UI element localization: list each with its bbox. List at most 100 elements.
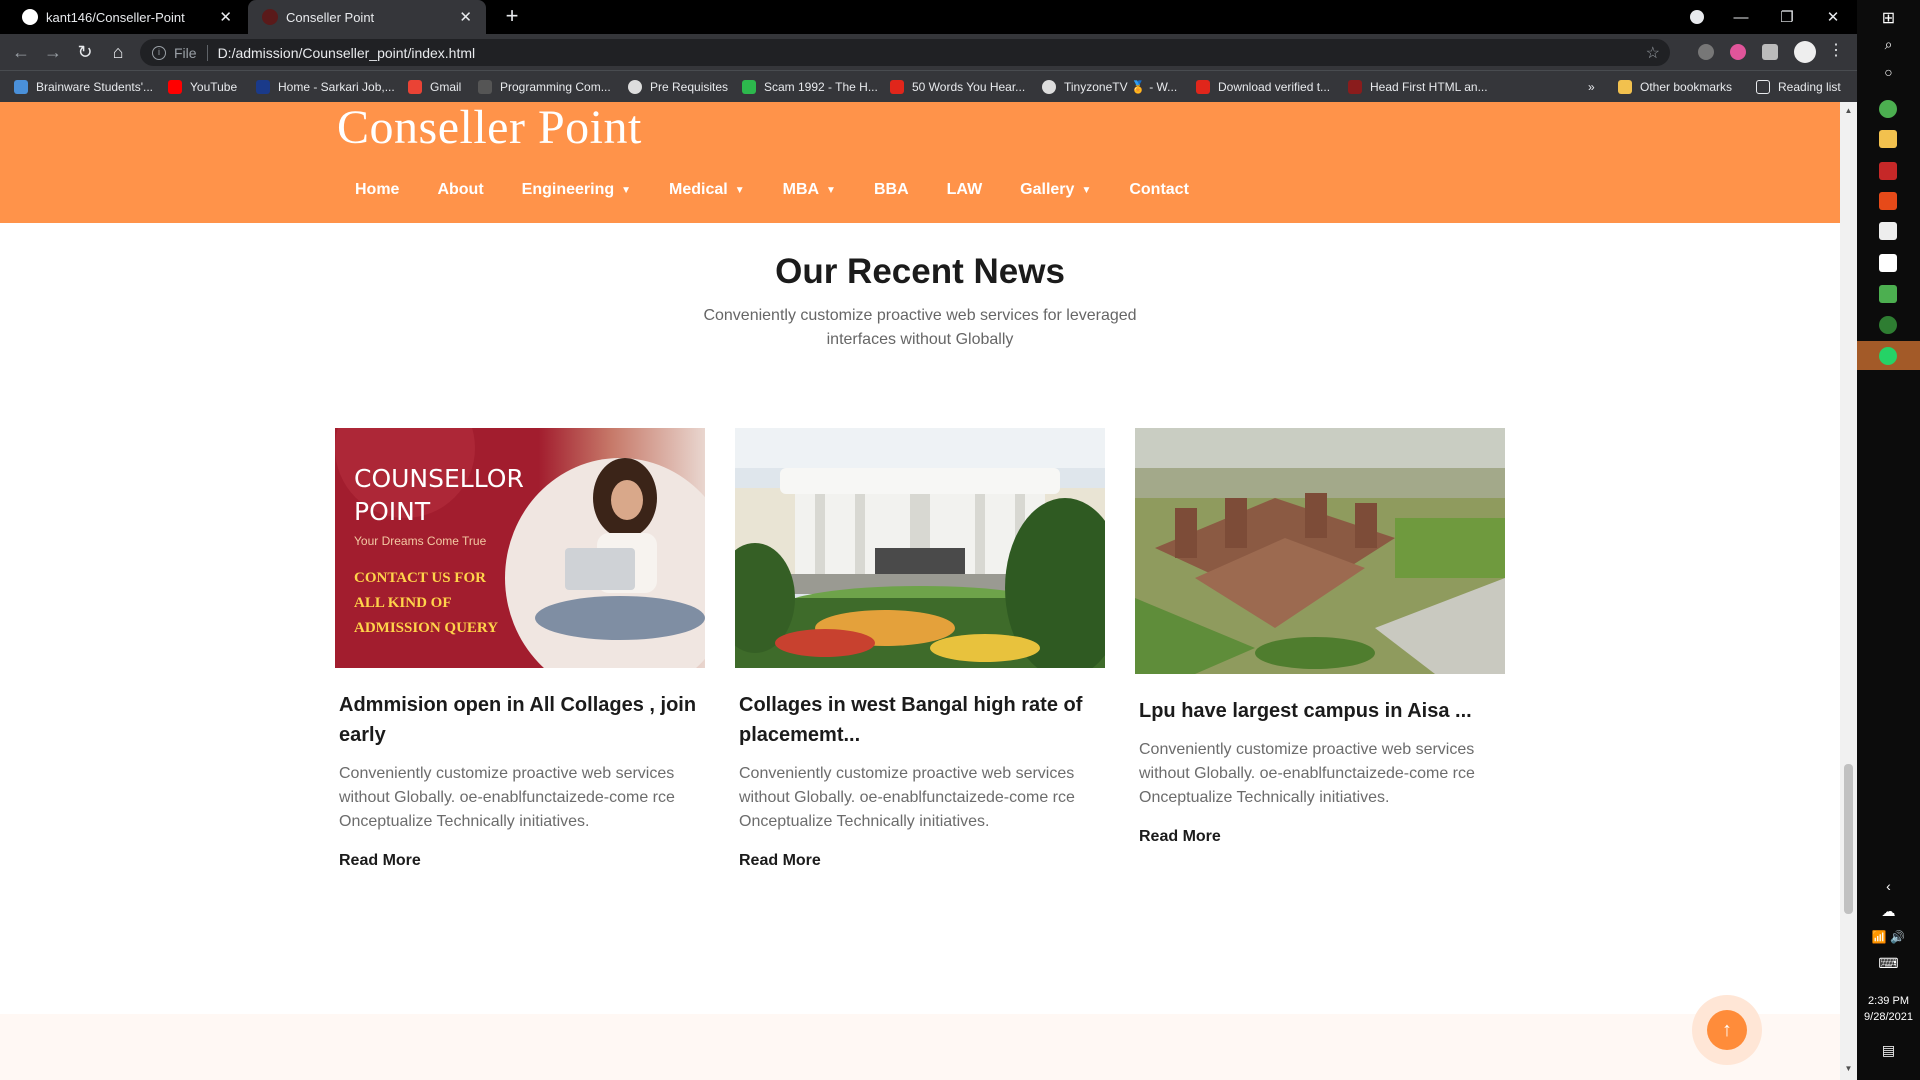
extension-icon[interactable] xyxy=(1730,44,1746,60)
bookmark-star-icon[interactable]: ☆ xyxy=(1646,43,1660,63)
banner-cta-line: ADMISSION QUERY xyxy=(354,620,499,636)
taskbar-clock[interactable]: 2:39 PM 9/28/2021 xyxy=(1857,993,1920,1025)
news-card-text: Conveniently customize proactive web ser… xyxy=(739,765,1075,830)
extension-icon[interactable] xyxy=(1698,44,1714,60)
scroll-up-arrow-icon[interactable]: ▲ xyxy=(1840,106,1857,115)
notifications-icon[interactable]: ▤ xyxy=(1857,1042,1920,1059)
search-icon[interactable]: ⌕ xyxy=(1857,36,1920,53)
bookmark-favicon-icon xyxy=(1196,80,1210,94)
extensions-puzzle-icon[interactable] xyxy=(1762,44,1778,60)
chevron-left-icon[interactable]: ‹ xyxy=(1857,878,1920,894)
scrollbar-thumb[interactable] xyxy=(1844,764,1853,914)
bookmark-label: Programming Com... xyxy=(500,80,611,94)
browser-menu-icon[interactable]: ⋮ xyxy=(1828,40,1844,60)
bookmark-item[interactable]: Home - Sarkari Job,... xyxy=(256,78,395,96)
nav-label: BBA xyxy=(873,181,909,198)
info-icon[interactable]: i xyxy=(152,45,166,60)
app-taskbar-icon[interactable] xyxy=(1879,162,1897,180)
bookmark-item[interactable]: Scam 1992 - The H... xyxy=(742,78,878,96)
news-image-counsellor-banner[interactable]: COUNSELLOR POINT Your Dreams Come True C… xyxy=(335,428,705,668)
bookmark-label: Pre Requisites xyxy=(650,80,729,94)
other-bookmarks[interactable]: Other bookmarks xyxy=(1618,78,1732,96)
bookmark-item[interactable]: YouTube xyxy=(168,78,237,96)
address-bar[interactable]: i File D:/admission/Counseller_point/ind… xyxy=(140,39,1670,66)
nav-about[interactable]: About xyxy=(418,181,502,199)
tab-strip: kant146/Conseller-Point ✕ Conseller Poin… xyxy=(0,0,1857,34)
bookmark-label: YouTube xyxy=(190,80,238,94)
bookmark-item[interactable]: Brainware Students'... xyxy=(14,78,153,96)
nav-bba[interactable]: BBA xyxy=(855,181,928,199)
onedrive-icon[interactable]: ☁ xyxy=(1857,903,1920,920)
nav-law[interactable]: LAW xyxy=(928,181,1002,199)
chrome-taskbar-icon[interactable] xyxy=(1879,100,1897,118)
read-more-link[interactable]: Read More xyxy=(1135,828,1505,846)
section-title: Our Recent News xyxy=(775,252,1065,291)
nav-contact[interactable]: Contact xyxy=(1110,181,1208,199)
site-logo[interactable]: Conseller Point xyxy=(337,102,642,155)
keyboard-icon[interactable]: ⌨ xyxy=(1857,955,1920,972)
tab-github[interactable]: kant146/Conseller-Point ✕ xyxy=(8,0,246,34)
page-scrollbar[interactable]: ▲ ▼ xyxy=(1840,102,1857,1080)
forward-icon[interactable]: → xyxy=(40,40,66,64)
tab-conseller-point[interactable]: Conseller Point ✕ xyxy=(248,0,486,34)
bookmark-favicon-icon xyxy=(14,80,28,94)
scroll-down-arrow-icon[interactable]: ▼ xyxy=(1840,1064,1857,1073)
news-image-campus-aerial[interactable] xyxy=(1135,428,1505,674)
windows-start-icon[interactable]: ⊞ xyxy=(1857,8,1920,28)
bookmark-item[interactable]: 50 Words You Hear... xyxy=(890,78,1025,96)
profile-avatar[interactable] xyxy=(1794,41,1816,63)
nvidia-icon[interactable] xyxy=(1879,285,1897,303)
minimize-icon[interactable]: — xyxy=(1718,0,1764,34)
profile-menu-icon[interactable] xyxy=(1674,0,1720,34)
nav-engineering[interactable]: Engineering ▼ xyxy=(503,181,650,199)
restore-icon[interactable]: ❐ xyxy=(1764,0,1810,34)
store-icon[interactable] xyxy=(1879,222,1897,240)
reading-list[interactable]: Reading list xyxy=(1756,78,1841,96)
nav-medical[interactable]: Medical ▼ xyxy=(650,181,764,199)
news-card-title[interactable]: Admmision open in All Collages , join ea… xyxy=(335,690,705,750)
back-icon[interactable]: ← xyxy=(8,40,34,64)
nav-gallery[interactable]: Gallery ▼ xyxy=(1001,181,1110,199)
news-card: Lpu have largest campus in Aisa ... Conv… xyxy=(1135,428,1505,846)
nav-mba[interactable]: MBA ▼ xyxy=(764,181,855,199)
bookmark-item[interactable]: Download verified t... xyxy=(1196,78,1330,96)
news-card-title[interactable]: Lpu have largest campus in Aisa ... xyxy=(1135,696,1505,726)
bookmark-favicon-icon xyxy=(890,80,904,94)
chevron-down-icon: ▼ xyxy=(826,184,836,196)
close-icon[interactable]: ✕ xyxy=(219,8,232,26)
bookmark-item[interactable]: Programming Com... xyxy=(478,78,611,96)
office-icon[interactable] xyxy=(1879,192,1897,210)
globe-icon xyxy=(1042,80,1056,94)
whatsapp-icon[interactable] xyxy=(1879,347,1897,365)
site-favicon-icon xyxy=(262,9,278,25)
new-tab-button[interactable]: + xyxy=(500,5,524,29)
wifi-volume-icon[interactable]: 📶 🔊 xyxy=(1857,930,1920,944)
campus-aerial-photo xyxy=(1135,428,1505,674)
cortana-icon[interactable]: ○ xyxy=(1857,64,1920,80)
notepad-icon[interactable] xyxy=(1879,254,1897,272)
app-taskbar-icon[interactable] xyxy=(1879,316,1897,334)
news-image-college-building[interactable] xyxy=(735,428,1105,668)
back-to-top-button[interactable]: ↑ xyxy=(1707,1010,1747,1050)
close-icon[interactable]: ✕ xyxy=(459,8,472,26)
read-more-link[interactable]: Read More xyxy=(335,852,705,870)
bookmark-item[interactable]: TinyzoneTV 🏅 - W... xyxy=(1042,78,1177,96)
home-icon[interactable]: ⌂ xyxy=(105,40,131,64)
read-more-link[interactable]: Read More xyxy=(735,852,1105,870)
bookmark-item[interactable]: Pre Requisites xyxy=(628,78,728,96)
bookmark-item[interactable]: Gmail xyxy=(408,78,461,96)
reading-list-icon xyxy=(1756,80,1770,94)
news-card-title[interactable]: Collages in west Bangal high rate of pla… xyxy=(735,690,1105,750)
window-close-icon[interactable]: ✕ xyxy=(1810,0,1856,34)
next-section-band xyxy=(0,1014,1840,1080)
file-explorer-icon[interactable] xyxy=(1879,130,1897,148)
globe-icon xyxy=(628,80,642,94)
nav-home[interactable]: Home xyxy=(336,181,418,199)
bookmark-item[interactable]: Head First HTML an... xyxy=(1348,78,1488,96)
bookmarks-overflow-button[interactable]: » xyxy=(1588,78,1595,96)
bookmarks-bar: Brainware Students'... YouTube Home - Sa… xyxy=(0,70,1857,102)
banner-title-line: COUNSELLOR xyxy=(354,464,524,493)
reload-icon[interactable]: ↻ xyxy=(72,40,98,64)
bookmark-label: Brainware Students'... xyxy=(36,80,154,94)
address-url[interactable]: D:/admission/Counseller_point/index.html xyxy=(218,45,476,61)
